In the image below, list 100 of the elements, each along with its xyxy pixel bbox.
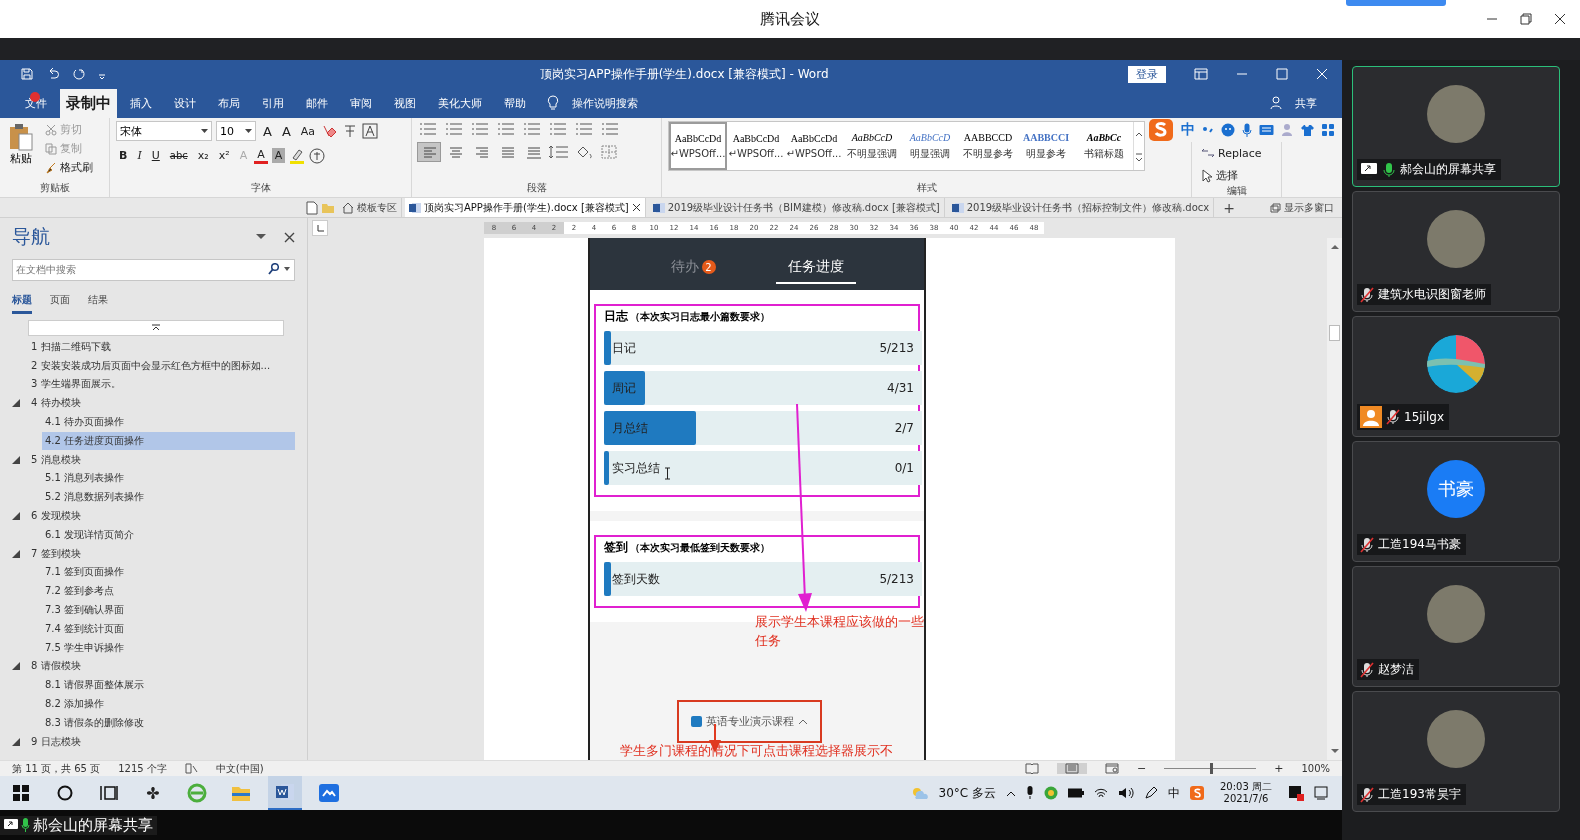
pane-tab[interactable]: 页面	[50, 292, 70, 314]
restore-icon[interactable]	[1520, 13, 1532, 25]
heading-item[interactable]: 8.3 请假条的删除修改	[42, 713, 295, 732]
document-tab[interactable]: 模板专区	[338, 198, 402, 217]
heading-item[interactable]: 7.4 签到统计页面	[42, 619, 295, 638]
login-button[interactable]: 登录	[1128, 65, 1166, 83]
line-spacing-icon[interactable]	[548, 144, 570, 160]
vertical-scrollbar[interactable]	[1327, 238, 1342, 760]
expander-icon[interactable]	[12, 455, 20, 464]
ribbon-tab[interactable]: 插入	[121, 88, 161, 118]
ribbon-tab[interactable]: 布局	[209, 88, 249, 118]
participant-tile[interactable]: 郝会山的屏幕共享	[1352, 66, 1560, 187]
participant-tile[interactable]: 赵梦洁	[1352, 566, 1560, 687]
close-icon[interactable]	[631, 203, 641, 212]
save-icon[interactable]	[20, 67, 34, 81]
speaker-icon[interactable]	[1118, 787, 1134, 799]
format-button[interactable]: A	[254, 147, 268, 164]
ribbon-tab[interactable]: 设计	[165, 88, 205, 118]
show-desktop-icon[interactable]	[1314, 786, 1328, 800]
zoom-in-button[interactable]: +	[1274, 762, 1284, 775]
heading-item[interactable]: 3 学生端界面展示。	[28, 375, 295, 394]
ribbon-tab[interactable]: 审阅	[341, 88, 381, 118]
style-item[interactable]: AaBbCcDd ↵WPSOff...	[669, 122, 727, 170]
maximize-icon[interactable]	[1276, 68, 1288, 80]
participant-tile[interactable]: 书豪 工造194马书豪	[1352, 441, 1560, 562]
heading-item[interactable]: 7.2 签到参考点	[42, 582, 295, 601]
heading-item[interactable]: 7 签到模块	[28, 544, 295, 563]
font-button[interactable]: Aa	[297, 123, 319, 139]
show-windows-button[interactable]: 显示多窗口	[1270, 200, 1342, 215]
notification-icon[interactable]	[1288, 785, 1304, 801]
paste-button[interactable]: 粘贴	[6, 121, 36, 168]
zoom-slider-thumb[interactable]	[1210, 763, 1214, 774]
proofing-icon[interactable]	[184, 763, 198, 774]
search-field[interactable]: 在文档中搜索	[12, 258, 295, 281]
font-name-field[interactable]: 宋体	[116, 121, 212, 141]
heading-item[interactable]: 7.3 签到确认界面	[42, 601, 295, 620]
heading-item[interactable]: 7.1 签到页面操作	[42, 563, 295, 582]
clock[interactable]: 20:03 周二 2021/7/6	[1220, 781, 1272, 805]
expander-icon[interactable]	[12, 512, 20, 521]
enclose-character-icon[interactable]	[309, 147, 326, 164]
web-layout-icon[interactable]	[1104, 763, 1119, 774]
ribbon-tab[interactable]: 引用	[253, 88, 293, 118]
battery-icon[interactable]	[1068, 788, 1084, 798]
heading-item[interactable]: 1 扫描二维码下载	[28, 337, 295, 356]
tray-app-icon[interactable]	[1044, 786, 1058, 800]
pen-icon[interactable]	[1144, 786, 1158, 800]
read-mode-icon[interactable]	[1024, 763, 1039, 774]
heading-item[interactable]: 5.1 消息列表操作	[42, 469, 295, 488]
document-tab[interactable]: 顶岗实习APP操作手册(学生).docx [兼容模式]	[405, 198, 646, 217]
language-indicator[interactable]: 中文(中国)	[215, 761, 264, 776]
highlighter-icon[interactable]	[289, 147, 306, 164]
ribbon-tab[interactable]: 帮助	[495, 88, 535, 118]
chevron-up-icon[interactable]	[1006, 789, 1016, 797]
microphone-icon[interactable]	[1026, 786, 1034, 800]
ribbon-tab[interactable]: 美化大师	[429, 88, 491, 118]
expander-icon[interactable]	[12, 549, 20, 558]
heading-item[interactable]: 5.2 消息数据列表操作	[42, 488, 295, 507]
style-item[interactable]: AABBCCD 不明显参考	[959, 122, 1017, 170]
heading-item[interactable]: 6.1 发现详情页简介	[42, 525, 295, 544]
ribbon-tab[interactable]: 邮件	[297, 88, 337, 118]
font-size-field[interactable]: 10	[216, 121, 256, 141]
new-document-icon[interactable]	[306, 200, 318, 215]
new-tab-button[interactable]: +	[1217, 199, 1241, 216]
tab-selector[interactable]	[312, 220, 328, 236]
format-button[interactable]: x²	[215, 148, 233, 163]
print-layout-icon[interactable]	[1064, 763, 1079, 774]
shirt-icon[interactable]	[1300, 123, 1315, 137]
weather-label[interactable]: 30°C 多云	[938, 784, 996, 802]
format-button[interactable]: I	[134, 148, 145, 163]
participant-tile[interactable]: 15jilgx	[1352, 316, 1560, 437]
word-count[interactable]: 1215 个字	[118, 761, 167, 776]
zoom-level[interactable]: 100%	[1301, 763, 1330, 774]
pane-tab[interactable]: 标题	[12, 292, 32, 314]
format-button[interactable]: A	[271, 148, 286, 163]
format-painter-button[interactable]: 格式刷	[42, 159, 96, 176]
ribbon-tab[interactable]: 录制中	[60, 88, 117, 118]
heading-item[interactable]: 4.2 任务进度页面操作	[42, 431, 295, 450]
format-button[interactable]: U	[148, 148, 163, 163]
font-button[interactable]: A	[278, 122, 294, 140]
grid-icon[interactable]	[1322, 124, 1334, 136]
ime-mode-toggle[interactable]: 中	[1181, 121, 1195, 139]
heading-item[interactable]: 8.1 请假界面整体展示	[42, 676, 295, 695]
page-count[interactable]: 第 11 页，共 65 页	[12, 761, 101, 776]
document-tab[interactable]: 2019级毕业设计任务书（BIM建模）修改稿.docx [兼容模式]	[648, 198, 945, 217]
smiley-icon[interactable]	[1221, 123, 1235, 137]
heading-item[interactable]: 6 发现模块	[28, 507, 295, 526]
heading-item[interactable]: 8 请假模块	[28, 657, 295, 676]
character-border-icon[interactable]	[362, 123, 379, 139]
format-button[interactable]: B	[116, 148, 131, 163]
replace-button[interactable]: Replace	[1198, 145, 1265, 161]
style-item[interactable]: AaBbCc 书籍标题	[1075, 122, 1133, 170]
wifi-icon[interactable]	[1094, 787, 1108, 799]
input-method-indicator[interactable]: 中	[1168, 784, 1180, 802]
eraser-icon[interactable]	[322, 124, 339, 138]
heading-item[interactable]: 4 待办模块	[28, 394, 295, 413]
pane-tab[interactable]: 结果	[88, 292, 108, 314]
style-item[interactable]: AaBbCcDd ↵WPSOff...	[727, 122, 785, 170]
participant-tile[interactable]: 工造193常昊宇	[1352, 691, 1560, 812]
style-item[interactable]: AaBbCcD 明显强调	[901, 122, 959, 170]
expander-icon[interactable]	[12, 399, 20, 408]
